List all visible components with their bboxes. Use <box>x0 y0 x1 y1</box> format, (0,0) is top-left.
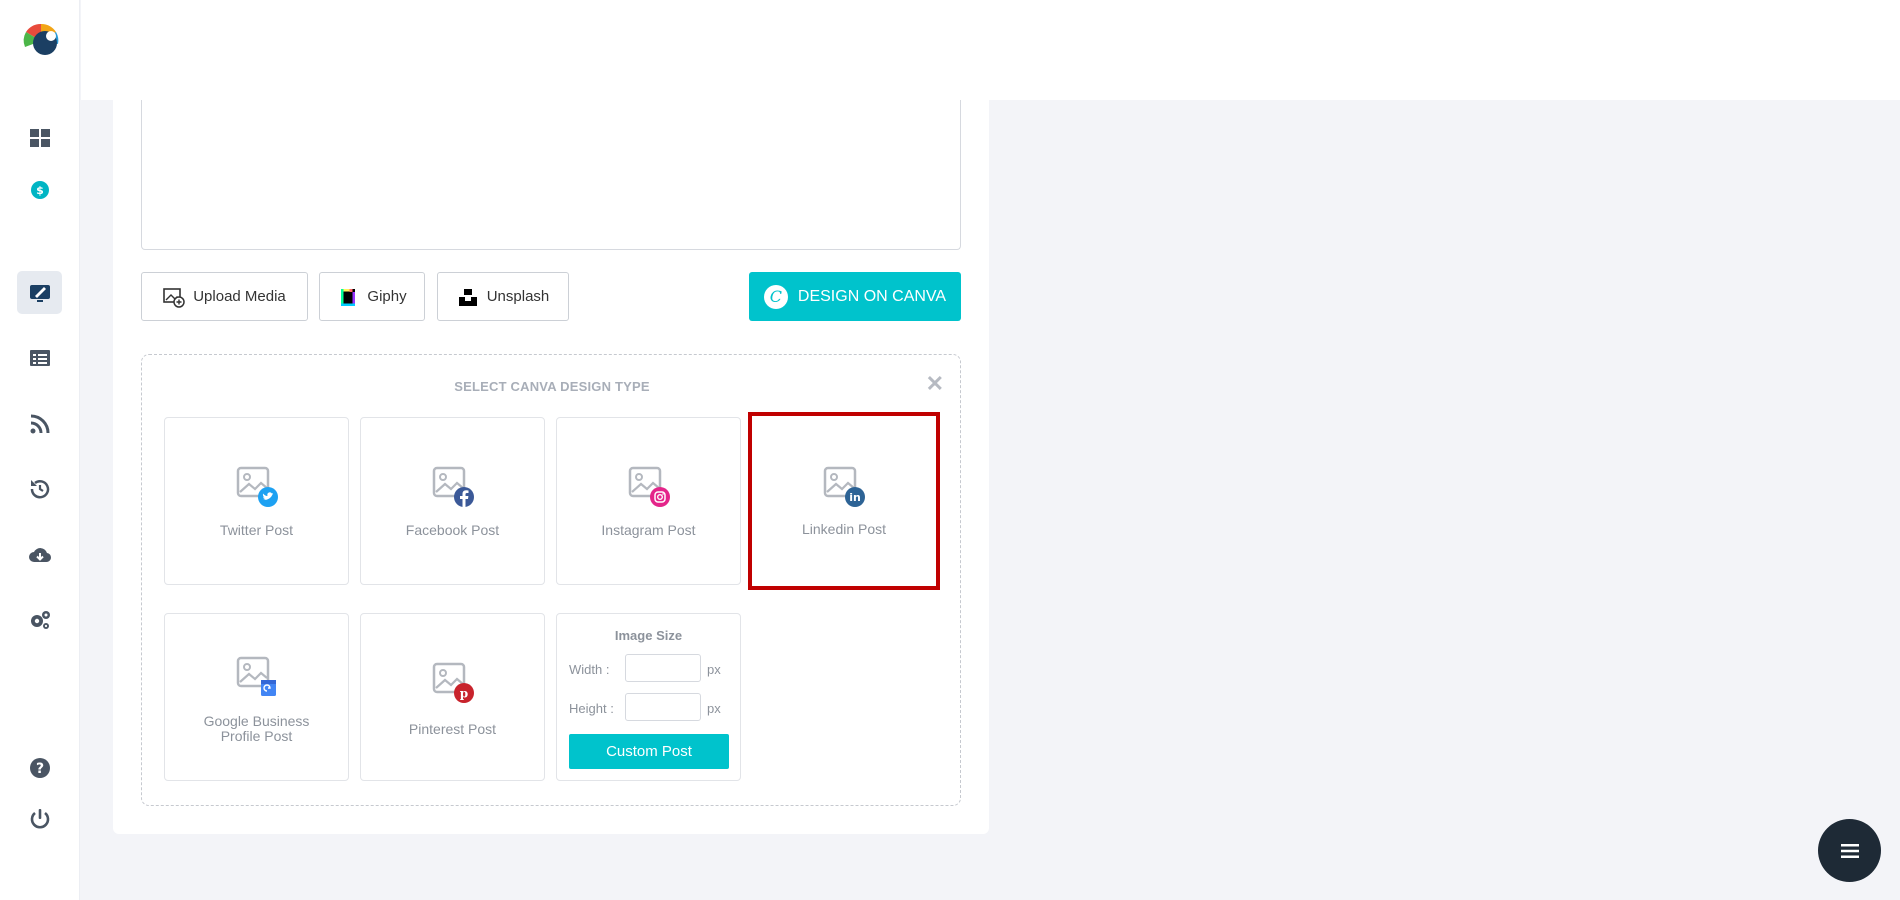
custom-size-panel: Image Size Width : px Height : px Custom… <box>556 613 741 781</box>
twitter-post-tile[interactable]: Twitter Post <box>164 417 349 585</box>
nav-settings[interactable] <box>17 598 62 641</box>
settings-icon <box>30 610 50 629</box>
nav-rss[interactable] <box>17 402 62 445</box>
instagram-post-label: Instagram Post <box>601 522 696 538</box>
svg-text:?: ? <box>35 761 43 777</box>
download-icon <box>28 547 51 562</box>
custom-post-button[interactable]: Custom Post <box>569 734 729 769</box>
nav-history[interactable] <box>17 467 62 510</box>
nav-billing[interactable]: $ <box>17 168 62 211</box>
twitter-post-label: Twitter Post <box>219 522 294 538</box>
pinterest-post-label: Pinterest Post <box>408 721 497 737</box>
design-on-canva-label: DESIGN ON CANVA <box>797 287 947 305</box>
design-on-canva-button[interactable]: C DESIGN ON CANVA <box>749 272 961 321</box>
canva-design-type-panel: SELECT CANVA DESIGN TYPE ✕ Twitter Post … <box>141 354 961 806</box>
design-panel-title: SELECT CANVA DESIGN TYPE <box>454 379 650 394</box>
close-icon[interactable]: ✕ <box>926 373 944 395</box>
height-label: Height : <box>569 701 614 716</box>
facebook-post-tile[interactable]: Facebook Post <box>360 417 545 585</box>
giphy-button[interactable]: Giphy <box>319 272 425 321</box>
svg-text:in: in <box>849 491 861 504</box>
width-input[interactable] <box>625 654 701 682</box>
canva-logo-icon: C <box>763 284 788 309</box>
nav-help[interactable]: ? <box>17 746 62 789</box>
google-business-label-line1: Google Business <box>203 713 310 729</box>
top-header <box>81 0 1900 100</box>
unsplash-icon <box>458 288 477 306</box>
nav-posts-list[interactable] <box>17 336 62 379</box>
google-business-label-line2: Profile Post <box>220 728 293 744</box>
image-size-title: Image Size <box>614 628 683 643</box>
google-business-post-label: Google Business Profile Post <box>165 714 348 744</box>
upload-media-icon <box>163 287 185 308</box>
hamburger-menu-icon <box>1840 843 1859 858</box>
nav-logout[interactable] <box>17 797 62 840</box>
dashboard-icon <box>29 128 50 147</box>
sidebar: $ ? <box>0 0 80 900</box>
floating-menu-button[interactable] <box>1818 819 1881 882</box>
posts-list-icon <box>29 349 50 366</box>
upload-media-label: Upload Media <box>193 288 286 305</box>
rss-feed-icon <box>30 414 49 433</box>
nav-compose[interactable] <box>17 271 62 314</box>
linkedin-post-icon: in <box>823 466 865 507</box>
height-input[interactable] <box>625 693 701 721</box>
facebook-post-label: Facebook Post <box>405 522 500 538</box>
upload-media-button[interactable]: Upload Media <box>141 272 308 321</box>
billing-icon: $ <box>30 180 49 199</box>
linkedin-post-tile[interactable]: in Linkedin Post <box>748 412 940 590</box>
google-business-post-tile[interactable]: Google Business Profile Post <box>164 613 349 781</box>
facebook-post-icon <box>432 466 474 507</box>
post-composer-card: Upload Media Giphy Unsplash C DESIGN ON … <box>113 100 989 834</box>
post-text-area[interactable] <box>141 100 961 250</box>
svg-text:$: $ <box>36 184 44 197</box>
instagram-post-tile[interactable]: Instagram Post <box>556 417 741 585</box>
giphy-icon <box>341 288 356 306</box>
google-business-post-icon <box>236 656 276 696</box>
app-logo[interactable] <box>20 20 62 62</box>
unsplash-button[interactable]: Unsplash <box>437 272 569 321</box>
svg-text:p: p <box>459 687 467 701</box>
twitter-post-icon <box>236 466 278 507</box>
pinterest-post-icon: p <box>432 662 474 703</box>
height-unit: px <box>707 701 721 716</box>
linkedin-post-label: Linkedin Post <box>801 521 887 537</box>
pinterest-post-tile[interactable]: p Pinterest Post <box>360 613 545 781</box>
unsplash-label: Unsplash <box>486 288 550 305</box>
history-icon <box>30 479 49 498</box>
nav-download[interactable] <box>17 533 62 576</box>
giphy-label: Giphy <box>367 288 407 305</box>
compose-icon <box>29 284 50 302</box>
nav-dashboard[interactable] <box>17 116 62 159</box>
help-icon: ? <box>29 757 50 778</box>
instagram-post-icon <box>628 466 670 507</box>
width-unit: px <box>707 662 721 677</box>
power-icon <box>30 808 49 828</box>
width-label: Width : <box>569 662 610 677</box>
